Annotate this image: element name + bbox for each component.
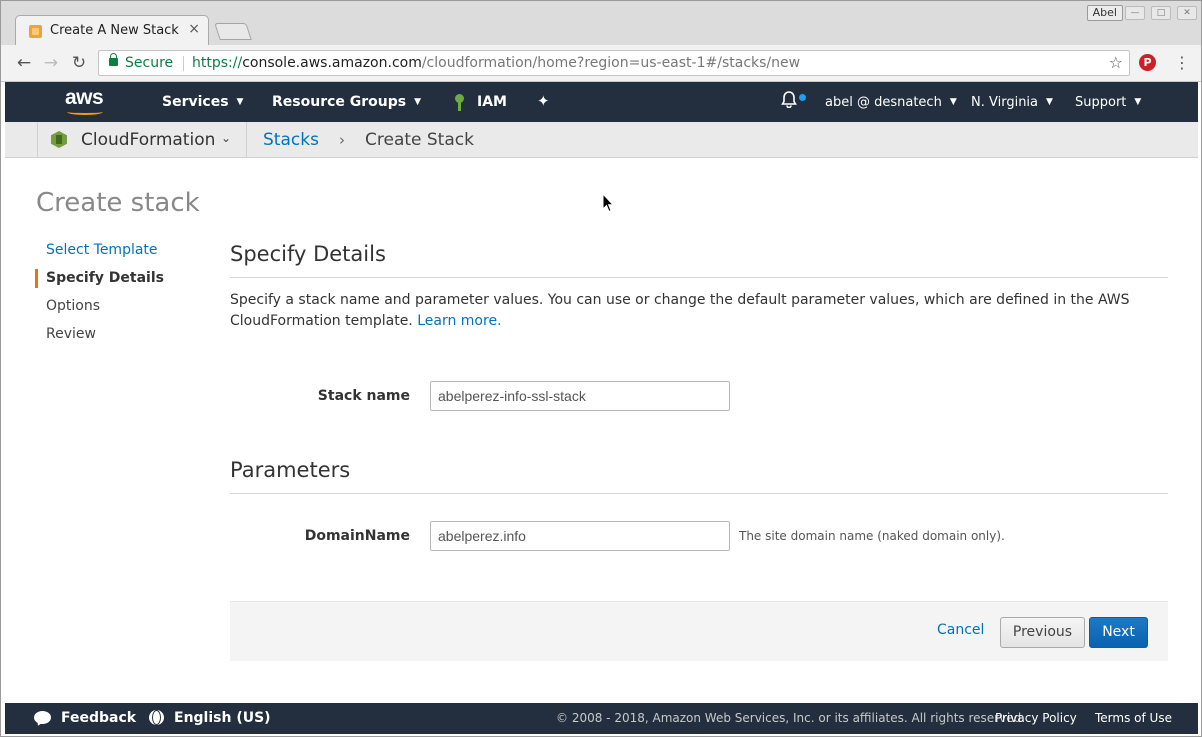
stack-name-label: Stack name: [317, 388, 410, 404]
description-text: Specify a stack name and parameter value…: [230, 292, 1130, 329]
browser-menu-icon[interactable]: ⋮: [1174, 53, 1190, 72]
page-title: Create stack: [36, 188, 200, 218]
services-menu[interactable]: Services ▼: [162, 94, 243, 110]
tab-title: Create A New Stack: [50, 23, 179, 38]
pinterest-extension-icon[interactable]: P: [1139, 54, 1156, 71]
iam-shortcut[interactable]: IAM: [477, 94, 507, 110]
feedback-link[interactable]: Feedback: [61, 710, 136, 726]
privacy-policy-link[interactable]: Privacy Policy: [995, 711, 1077, 725]
reload-icon[interactable]: ↻: [69, 53, 89, 73]
region-menu[interactable]: N. Virginia ▼: [971, 95, 1053, 110]
omnibox-divider: [183, 56, 184, 71]
chevron-down-icon: ▼: [236, 97, 244, 107]
account-menu[interactable]: abel @ desnatech ▼: [825, 95, 957, 110]
learn-more-link[interactable]: Learn more.: [417, 313, 501, 329]
iam-key-icon: [455, 94, 464, 111]
aws-favicon-icon: [29, 25, 42, 38]
parameters-title: Parameters: [230, 454, 1168, 494]
lock-icon: [109, 53, 118, 66]
notification-dot: [799, 94, 806, 101]
resource-groups-menu[interactable]: Resource Groups ▼: [272, 94, 421, 110]
browser-toolbar: ← → ↻ Secure https://console.aws.amazon.…: [1, 45, 1201, 82]
service-bar: CloudFormation ⌄ Stacks › Create Stack: [5, 122, 1198, 158]
region-label: N. Virginia: [971, 95, 1039, 110]
secure-label: Secure: [125, 55, 174, 71]
next-button[interactable]: Next: [1089, 617, 1148, 648]
page-footer: Feedback English (US) © 2008 - 2018, Ama…: [5, 703, 1198, 734]
services-label: Services: [162, 94, 229, 110]
step-options: Options: [46, 298, 101, 314]
resource-groups-label: Resource Groups: [272, 94, 407, 110]
new-tab-button[interactable]: [214, 23, 252, 40]
details-panel: Specify Details Specify a stack name and…: [230, 238, 1168, 332]
close-tab-icon[interactable]: ×: [188, 21, 200, 37]
step-select-template[interactable]: Select Template: [35, 238, 205, 266]
terms-of-use-link[interactable]: Terms of Use: [1095, 711, 1172, 725]
browser-tab[interactable]: Create A New Stack ×: [15, 15, 209, 45]
breadcrumb-current: Create Stack: [365, 130, 474, 150]
bell-icon[interactable]: [781, 91, 797, 113]
url-text[interactable]: https://console.aws.amazon.com/cloudform…: [192, 51, 800, 75]
stack-name-input[interactable]: abelperez-info-ssl-stack: [430, 381, 730, 411]
tab-strip: Create A New Stack × Abel — □ ✕: [1, 1, 1201, 45]
minimize-icon[interactable]: —: [1125, 6, 1145, 20]
support-menu[interactable]: Support ▼: [1075, 95, 1141, 110]
maximize-icon[interactable]: □: [1151, 6, 1171, 20]
chevron-down-icon: ▼: [949, 97, 957, 107]
domain-name-input[interactable]: abelperez.info: [430, 521, 730, 551]
step-review: Review: [46, 326, 96, 342]
domain-name-hint: The site domain name (naked domain only)…: [739, 529, 1005, 543]
step-specify-details: Specify Details: [35, 266, 205, 294]
stack-name-row: Stack name abelperez-info-ssl-stack: [230, 381, 1168, 411]
aws-logo[interactable]: aws: [65, 86, 104, 110]
wizard-steps: Select Template Specify Details Options …: [35, 238, 205, 350]
language-selector[interactable]: English (US): [174, 710, 271, 726]
url-host: console.aws.amazon.com: [242, 55, 422, 71]
breadcrumb-stacks[interactable]: Stacks: [263, 130, 319, 150]
support-label: Support: [1075, 95, 1127, 110]
divider: [246, 122, 247, 158]
chevron-down-icon: ▼: [1046, 97, 1053, 107]
globe-icon: [149, 710, 164, 725]
cancel-link[interactable]: Cancel: [937, 622, 984, 638]
divider: [37, 122, 38, 158]
chevron-down-icon: ▼: [1134, 97, 1142, 107]
account-label: abel @ desnatech: [825, 95, 942, 110]
main-content: Create stack Select Template Specify Det…: [5, 158, 1198, 703]
aws-logo-smile-icon: [67, 109, 103, 115]
url-scheme: https://: [192, 55, 243, 71]
pin-icon[interactable]: ✦: [537, 92, 550, 110]
parameters-section: Parameters: [230, 454, 1168, 494]
url-path: /cloudformation/home?region=us-east-1#/s…: [421, 55, 801, 71]
chevron-down-icon: ▼: [414, 97, 422, 107]
aws-top-nav: aws Services ▼ Resource Groups ▼ IAM ✦ abe…: [5, 82, 1198, 122]
copyright-text: © 2008 - 2018, Amazon Web Services, Inc.…: [556, 711, 1026, 725]
service-name[interactable]: CloudFormation: [81, 130, 215, 150]
close-window-icon[interactable]: ✕: [1177, 6, 1197, 20]
previous-button[interactable]: Previous: [1000, 617, 1085, 648]
address-bar[interactable]: Secure https://console.aws.amazon.com/cl…: [98, 50, 1130, 76]
feedback-icon: [34, 711, 51, 724]
cloudformation-icon: [51, 131, 67, 148]
forward-icon[interactable]: →: [41, 53, 61, 73]
domain-name-label: DomainName: [304, 528, 410, 544]
back-icon[interactable]: ←: [14, 53, 34, 73]
browser-window: Create A New Stack × Abel — □ ✕ ← → ↻ Se…: [0, 0, 1202, 737]
wizard-actions: Cancel Previous Next: [230, 601, 1168, 661]
domain-name-row: DomainName abelperez.info The site domai…: [230, 521, 1168, 551]
bookmark-star-icon[interactable]: ☆: [1109, 51, 1123, 75]
breadcrumb-separator: ›: [339, 131, 345, 149]
profile-button[interactable]: Abel: [1086, 5, 1123, 21]
section-title: Specify Details: [230, 238, 1168, 278]
section-description: Specify a stack name and parameter value…: [230, 290, 1168, 332]
chevron-down-icon[interactable]: ⌄: [221, 131, 231, 145]
